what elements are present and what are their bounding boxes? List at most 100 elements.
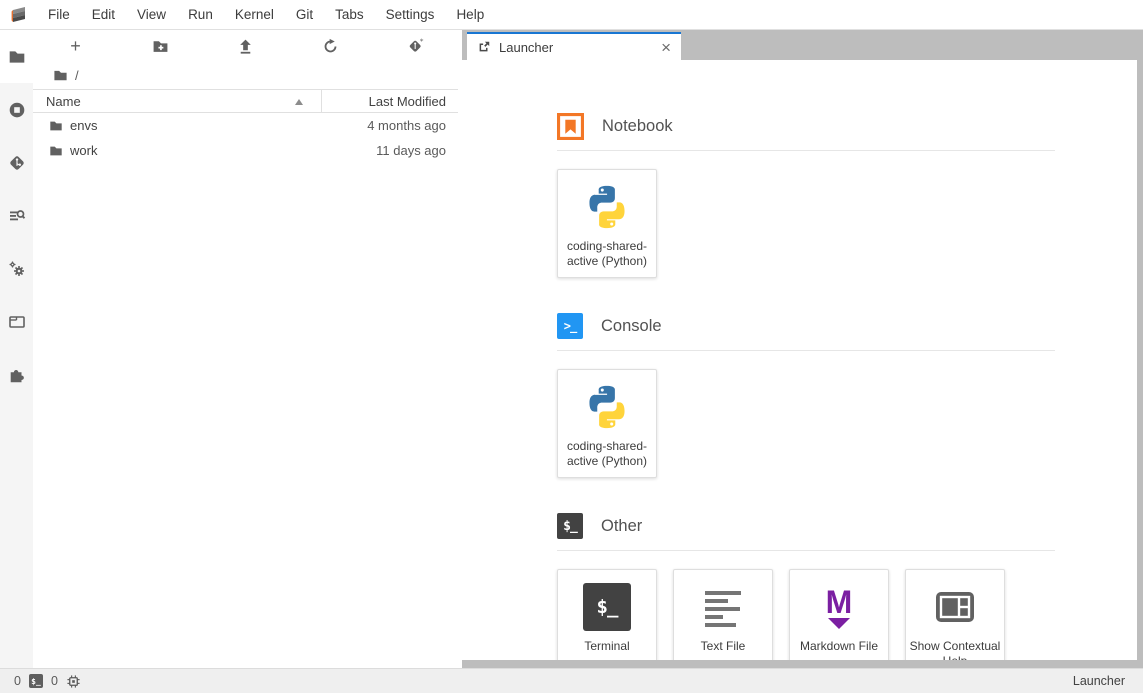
menu-view[interactable]: View xyxy=(126,0,177,29)
file-modified: 4 months ago xyxy=(322,118,458,133)
menu-edit[interactable]: Edit xyxy=(81,0,126,29)
gears-icon xyxy=(8,260,26,278)
kernel-chip-icon[interactable] xyxy=(66,674,81,689)
launcher-icon xyxy=(477,40,491,54)
launcher-card-text-file[interactable]: Text File xyxy=(673,569,773,660)
jupyter-logo xyxy=(8,4,30,26)
section-title-notebook: Notebook xyxy=(602,117,673,136)
close-tab-icon[interactable]: × xyxy=(659,39,673,56)
tab-launcher[interactable]: Launcher × xyxy=(467,32,681,60)
contextual-help-icon xyxy=(931,579,979,635)
menu-run[interactable]: Run xyxy=(177,0,224,29)
refresh-button[interactable] xyxy=(288,30,373,62)
launcher-section-notebook: Notebook coding-shared-active (Python) xyxy=(557,108,1055,278)
section-title-console: Console xyxy=(601,317,662,336)
file-list-header: Name Last Modified xyxy=(33,89,458,113)
status-current-activity: Launcher xyxy=(1073,674,1143,688)
sidebar-item-file-browser[interactable] xyxy=(0,30,33,83)
menu-settings[interactable]: Settings xyxy=(375,0,446,29)
sidebar-item-settings[interactable] xyxy=(0,242,33,295)
markdown-icon: M xyxy=(815,579,863,635)
launcher-card-markdown-file[interactable]: M Markdown File xyxy=(789,569,889,660)
card-label: Text File xyxy=(701,639,746,654)
launcher-card-notebook-python[interactable]: coding-shared-active (Python) xyxy=(557,169,657,278)
svg-text:*: * xyxy=(420,38,424,45)
main-dock: Launcher × Notebook xyxy=(462,30,1143,668)
upload-icon xyxy=(237,38,254,55)
sidebar-item-open-tabs[interactable] xyxy=(0,295,33,348)
menu-kernel[interactable]: Kernel xyxy=(224,0,285,29)
section-divider xyxy=(557,350,1055,351)
tab-bar: Launcher × xyxy=(462,30,1143,60)
upload-button[interactable] xyxy=(203,30,288,62)
launcher-card-terminal[interactable]: $_ Terminal xyxy=(557,569,657,660)
file-row-envs[interactable]: envs 4 months ago xyxy=(33,113,458,138)
launcher-card-console-python[interactable]: coding-shared-active (Python) xyxy=(557,369,657,478)
launcher-card-contextual-help[interactable]: Show Contextual Help xyxy=(905,569,1005,660)
text-file-icon xyxy=(699,579,747,635)
sort-ascending-icon xyxy=(295,99,303,105)
card-label: Terminal xyxy=(584,639,629,654)
sidebar-item-git[interactable] xyxy=(0,136,33,189)
file-browser-toolbar: + xyxy=(33,30,458,62)
column-header-last-modified[interactable]: Last Modified xyxy=(322,94,458,109)
file-row-work[interactable]: work 11 days ago xyxy=(33,138,458,163)
section-divider xyxy=(557,150,1055,151)
breadcrumb-path: / xyxy=(75,68,79,83)
plus-icon: + xyxy=(70,37,81,55)
file-name: envs xyxy=(70,118,97,133)
card-label: Markdown File xyxy=(800,639,878,654)
folder-icon xyxy=(49,144,63,158)
launcher-section-console: >_ Console coding-shared-active (Python) xyxy=(557,308,1055,478)
terminals-count: 0 xyxy=(14,674,21,688)
launcher-section-other: $_ Other $_ Terminal xyxy=(557,508,1055,660)
menu-file[interactable]: File xyxy=(37,0,81,29)
launcher-panel: Notebook coding-shared-active (Python) xyxy=(462,60,1137,660)
card-label: coding-shared-active (Python) xyxy=(561,439,653,469)
new-folder-button[interactable] xyxy=(118,30,203,62)
menu-tabs[interactable]: Tabs xyxy=(324,0,375,29)
sidebar-item-extensions[interactable] xyxy=(0,348,33,401)
file-name: work xyxy=(70,143,97,158)
git-clone-button[interactable]: * xyxy=(373,30,458,62)
new-folder-icon xyxy=(152,38,169,55)
terminal-icon: $_ xyxy=(557,513,583,539)
left-sidebar xyxy=(0,30,33,668)
refresh-icon xyxy=(322,38,339,55)
sidebar-item-running-kernels[interactable] xyxy=(0,83,33,136)
file-browser-panel: + xyxy=(33,30,458,668)
name-column-label: Name xyxy=(46,94,81,109)
breadcrumb[interactable]: / xyxy=(33,62,458,89)
extensions-icon xyxy=(8,366,26,384)
folder-icon xyxy=(53,68,68,83)
card-label: Show Contextual Help xyxy=(909,639,1001,660)
git-clone-icon: * xyxy=(407,38,424,55)
menu-bar: File Edit View Run Kernel Git Tabs Setti… xyxy=(0,0,1143,30)
sidebar-item-property-inspector[interactable] xyxy=(0,189,33,242)
tab-label: Launcher xyxy=(499,40,651,55)
terminal-icon: $_ xyxy=(583,583,631,631)
status-bar: 0 $_ 0 Launcher xyxy=(0,668,1143,693)
file-modified: 11 days ago xyxy=(322,143,458,158)
svg-text:M: M xyxy=(826,584,853,620)
inspector-icon xyxy=(8,207,26,225)
card-label: coding-shared-active (Python) xyxy=(561,239,653,269)
menu-help[interactable]: Help xyxy=(445,0,495,29)
section-divider xyxy=(557,550,1055,551)
terminal-status-icon[interactable]: $_ xyxy=(29,674,43,688)
notebook-icon xyxy=(557,113,584,140)
git-icon xyxy=(8,154,26,172)
column-header-name[interactable]: Name xyxy=(33,90,322,112)
python-icon xyxy=(581,379,633,435)
menu-git[interactable]: Git xyxy=(285,0,324,29)
python-icon xyxy=(581,179,633,235)
folder-icon xyxy=(49,119,63,133)
console-icon: >_ xyxy=(557,313,583,339)
kernels-count: 0 xyxy=(51,674,58,688)
folder-icon xyxy=(8,48,26,66)
running-kernels-icon xyxy=(8,101,26,119)
section-title-other: Other xyxy=(601,517,642,536)
tabs-icon xyxy=(8,313,26,331)
new-launcher-button[interactable]: + xyxy=(33,30,118,62)
launcher-body: Notebook coding-shared-active (Python) xyxy=(462,60,1137,660)
